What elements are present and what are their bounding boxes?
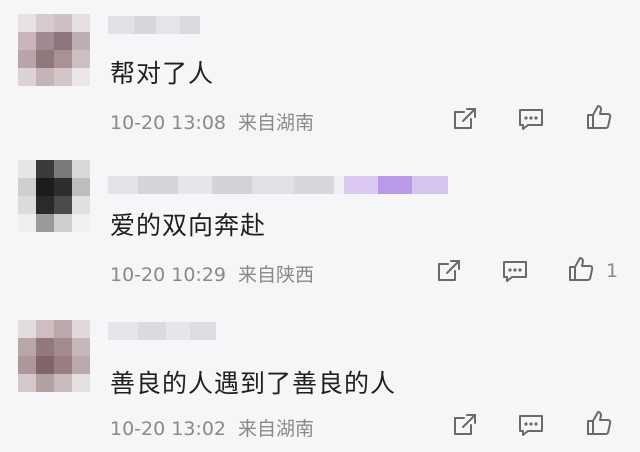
share-button[interactable] <box>434 256 464 286</box>
comment-text: 帮对了人 <box>110 59 215 88</box>
thumbs-up-icon <box>587 411 612 435</box>
comment-meta: 10-20 10:29 来自陕西 <box>110 260 314 287</box>
share-button[interactable] <box>450 410 480 440</box>
username[interactable] <box>108 176 448 194</box>
share-icon <box>438 260 460 281</box>
comment-time: 10-20 10:29 <box>110 264 227 286</box>
thumbs-up-icon <box>587 105 612 129</box>
comment-time: 10-20 13:08 <box>110 112 227 134</box>
share-icon <box>454 414 476 435</box>
comment-location: 来自湖南 <box>238 418 315 440</box>
username[interactable] <box>108 16 200 34</box>
comment-icon <box>519 415 543 436</box>
share-icon <box>454 108 476 129</box>
comment-location: 来自湖南 <box>238 112 315 134</box>
reply-button[interactable] <box>500 256 530 286</box>
comment-location: 来自陕西 <box>238 264 315 286</box>
avatar[interactable] <box>18 160 90 232</box>
like-button[interactable] <box>566 254 596 284</box>
comment-text: 爱的双向奔赴 <box>110 211 267 240</box>
like-button[interactable] <box>584 102 614 132</box>
avatar[interactable] <box>18 14 90 86</box>
reply-button[interactable] <box>516 410 546 440</box>
thumbs-up-icon <box>569 257 594 281</box>
username[interactable] <box>108 322 216 340</box>
comment-icon <box>503 261 527 282</box>
comment-meta: 10-20 13:08 来自湖南 <box>110 108 314 135</box>
avatar[interactable] <box>18 320 90 392</box>
like-button[interactable] <box>584 408 614 438</box>
comment-meta: 10-20 13:02 来自湖南 <box>110 414 314 441</box>
like-count: 1 <box>606 260 619 282</box>
comment-time: 10-20 13:02 <box>110 418 227 440</box>
reply-button[interactable] <box>516 104 546 134</box>
comment-icon <box>519 109 543 130</box>
comment-text: 善良的人遇到了善良的人 <box>110 369 397 398</box>
share-button[interactable] <box>450 104 480 134</box>
